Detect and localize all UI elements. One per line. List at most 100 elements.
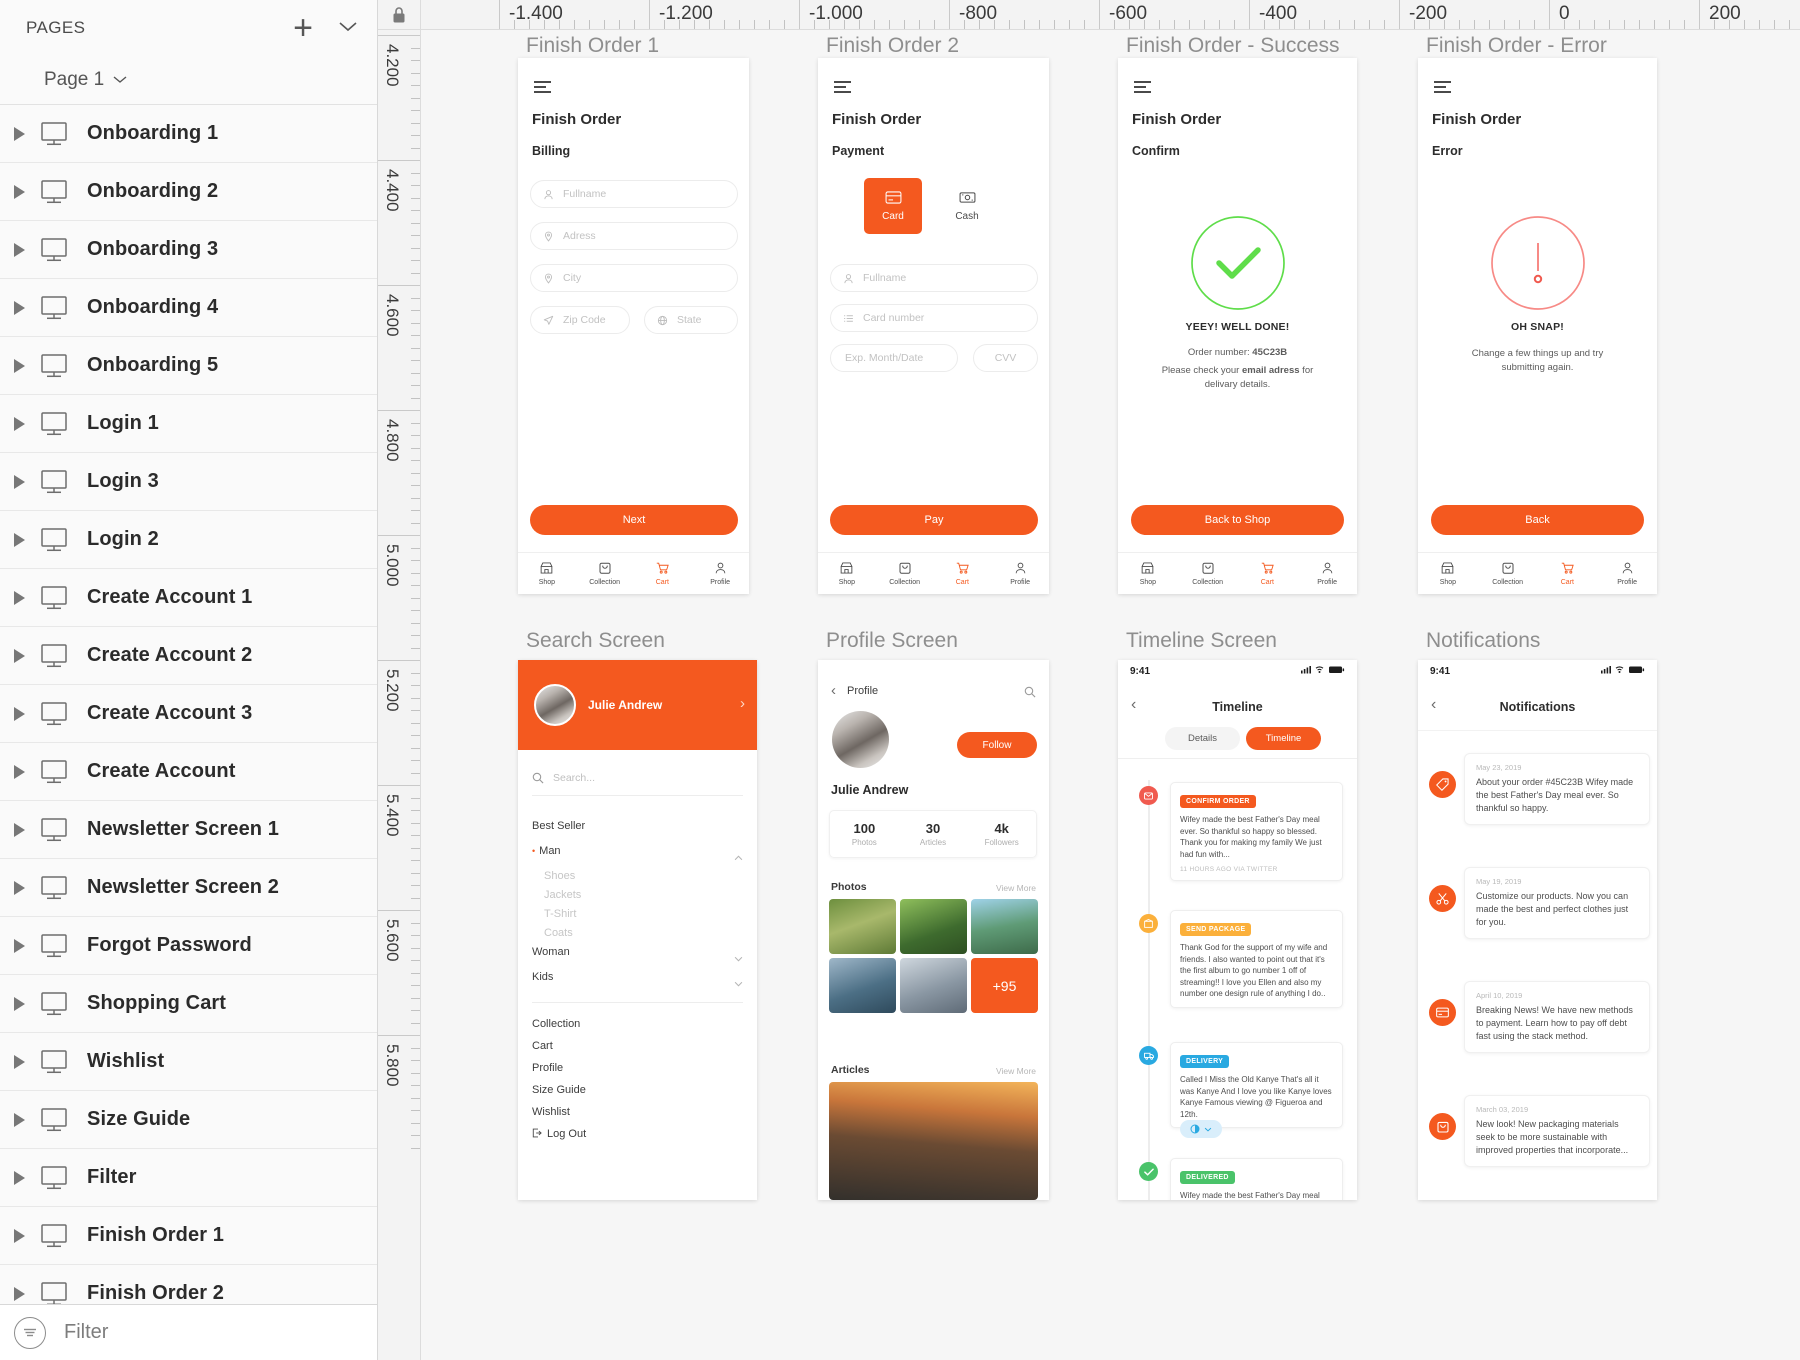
tab-collection[interactable]: Collection bbox=[576, 553, 634, 594]
disclosure-triangle-icon[interactable] bbox=[14, 1287, 25, 1301]
disclosure-triangle-icon[interactable] bbox=[14, 939, 25, 953]
sidebar-filter-bar[interactable]: Filter bbox=[0, 1304, 377, 1360]
address-input[interactable]: Adress bbox=[530, 222, 738, 250]
article-thumbnail[interactable] bbox=[829, 1082, 1038, 1200]
zip-input[interactable]: Zip Code bbox=[530, 306, 630, 334]
search-menu-item-t-shirt[interactable]: T-Shirt bbox=[544, 908, 576, 920]
photo-thumbnail[interactable] bbox=[900, 958, 967, 1013]
artboard-timeline-screen[interactable]: 9:41 ‹ Timeline Details Timeline CONFIRM… bbox=[1118, 660, 1357, 1200]
artboard-notifications-screen[interactable]: 9:41 ‹ Notifications May 23, 2019About y… bbox=[1418, 660, 1657, 1200]
artboard-title-timeline[interactable]: Timeline Screen bbox=[1126, 629, 1277, 653]
timeline-card[interactable]: SEND PACKAGEThank God for the support of… bbox=[1170, 910, 1343, 1008]
tab-collection[interactable]: Collection bbox=[1478, 553, 1538, 594]
follow-button[interactable]: Follow bbox=[957, 732, 1037, 758]
search-menu-item-man[interactable]: •Man bbox=[532, 845, 561, 857]
filter-input[interactable]: Filter bbox=[64, 1321, 108, 1344]
disclosure-triangle-icon[interactable] bbox=[14, 1229, 25, 1243]
disclosure-triangle-icon[interactable] bbox=[14, 649, 25, 663]
disclosure-triangle-icon[interactable] bbox=[14, 881, 25, 895]
chevron-down-icon[interactable] bbox=[337, 17, 359, 38]
notification-card[interactable]: April 10, 2019Breaking News! We have new… bbox=[1464, 981, 1650, 1053]
delivery-action-pill[interactable] bbox=[1180, 1120, 1222, 1138]
photos-view-more[interactable]: View More bbox=[996, 883, 1036, 893]
search-link-size-guide[interactable]: Size Guide bbox=[532, 1084, 586, 1096]
sidebar-item-onboarding-5[interactable]: Onboarding 5 bbox=[0, 337, 377, 395]
pay-button[interactable]: Pay bbox=[830, 505, 1038, 535]
artboard-search-screen[interactable]: Julie Andrew › Search... Best Seller•Man… bbox=[518, 660, 757, 1200]
fullname-input[interactable]: Fullname bbox=[530, 180, 738, 208]
next-button[interactable]: Next bbox=[530, 505, 738, 535]
artboard-title-search[interactable]: Search Screen bbox=[526, 629, 665, 653]
chevron-down-icon[interactable] bbox=[734, 974, 743, 992]
horizontal-ruler[interactable]: -1.400-1.200-1.000-800-600-400-2000200 bbox=[421, 0, 1800, 30]
state-input[interactable]: State bbox=[644, 306, 738, 334]
sidebar-item-login-3[interactable]: Login 3 bbox=[0, 453, 377, 511]
photo-thumbnail[interactable] bbox=[829, 899, 896, 954]
sidebar-item-create-account[interactable]: Create Account bbox=[0, 743, 377, 801]
sidebar-item-create-account-1[interactable]: Create Account 1 bbox=[0, 569, 377, 627]
search-link-collection[interactable]: Collection bbox=[532, 1018, 580, 1030]
search-link-profile[interactable]: Profile bbox=[532, 1062, 563, 1074]
menu-icon[interactable] bbox=[534, 81, 551, 96]
search-input[interactable]: Search... bbox=[532, 772, 595, 784]
disclosure-triangle-icon[interactable] bbox=[14, 823, 25, 837]
photo-thumbnail[interactable] bbox=[971, 899, 1038, 954]
menu-icon[interactable] bbox=[1134, 81, 1151, 96]
sidebar-item-forgot-password[interactable]: Forgot Password bbox=[0, 917, 377, 975]
search-link-log-out[interactable]: Log Out bbox=[532, 1128, 586, 1140]
disclosure-triangle-icon[interactable] bbox=[14, 301, 25, 315]
search-menu-item-woman[interactable]: Woman bbox=[532, 946, 570, 958]
page-chevron-down-icon[interactable] bbox=[112, 72, 128, 87]
sidebar-item-login-1[interactable]: Login 1 bbox=[0, 395, 377, 453]
artboard-finish-order-error[interactable]: Finish Order Error OH SNAP! Change a few… bbox=[1418, 58, 1657, 594]
vertical-ruler[interactable]: 4.2004.4004.6004.8005.0005.2005.4005.600… bbox=[378, 30, 421, 1360]
menu-icon[interactable] bbox=[834, 81, 851, 96]
back-button[interactable]: Back bbox=[1431, 505, 1644, 535]
artboard-finish-order-success[interactable]: Finish Order Confirm YEEY! WELL DONE! Or… bbox=[1118, 58, 1357, 594]
chevron-down-icon[interactable] bbox=[734, 949, 743, 967]
timeline-card[interactable]: DELIVERYCalled I Miss the Old Kanye That… bbox=[1170, 1042, 1343, 1128]
sidebar-item-onboarding-1[interactable]: Onboarding 1 bbox=[0, 105, 377, 163]
tab-cart[interactable]: Cart bbox=[1238, 553, 1298, 594]
sidebar-item-wishlist[interactable]: Wishlist bbox=[0, 1033, 377, 1091]
artboard-title-finish-order-1[interactable]: Finish Order 1 bbox=[526, 34, 659, 58]
search-icon[interactable] bbox=[1024, 685, 1036, 703]
sidebar-item-size-guide[interactable]: Size Guide bbox=[0, 1091, 377, 1149]
search-menu-item-best-seller[interactable]: Best Seller bbox=[532, 820, 585, 832]
payment-method-cash[interactable]: Cash bbox=[938, 178, 996, 234]
artboard-title-profile[interactable]: Profile Screen bbox=[826, 629, 958, 653]
fullname-input[interactable]: Fullname bbox=[830, 264, 1038, 292]
design-canvas[interactable]: Finish Order 1 Finish Order Billing Full… bbox=[421, 30, 1800, 1360]
city-input[interactable]: City bbox=[530, 264, 738, 292]
search-link-wishlist[interactable]: Wishlist bbox=[532, 1106, 570, 1118]
current-page-row[interactable]: Page 1 bbox=[0, 55, 377, 105]
photo-thumbnail[interactable] bbox=[829, 958, 896, 1013]
disclosure-triangle-icon[interactable] bbox=[14, 707, 25, 721]
tab-collection[interactable]: Collection bbox=[1178, 553, 1238, 594]
disclosure-triangle-icon[interactable] bbox=[14, 997, 25, 1011]
sidebar-item-shopping-cart[interactable]: Shopping Cart bbox=[0, 975, 377, 1033]
chevron-right-icon[interactable]: › bbox=[740, 695, 745, 712]
disclosure-triangle-icon[interactable] bbox=[14, 359, 25, 373]
notification-card[interactable]: March 03, 2019New look! New packaging ma… bbox=[1464, 1095, 1650, 1167]
card-number-input[interactable]: Card number bbox=[830, 304, 1038, 332]
tab-shop[interactable]: Shop bbox=[1418, 553, 1478, 594]
disclosure-triangle-icon[interactable] bbox=[14, 1113, 25, 1127]
disclosure-triangle-icon[interactable] bbox=[14, 533, 25, 547]
artboard-title-notifications[interactable]: Notifications bbox=[1426, 629, 1540, 653]
timeline-card[interactable]: DELIVEREDWifey made the best Father's Da… bbox=[1170, 1158, 1343, 1200]
tab-cart[interactable]: Cart bbox=[934, 553, 992, 594]
search-menu-item-kids[interactable]: Kids bbox=[532, 971, 553, 983]
tab-profile[interactable]: Profile bbox=[691, 553, 749, 594]
tab-cart[interactable]: Cart bbox=[1538, 553, 1598, 594]
disclosure-triangle-icon[interactable] bbox=[14, 765, 25, 779]
artboard-title-error[interactable]: Finish Order - Error bbox=[1426, 34, 1607, 58]
ruler-lock-icon[interactable] bbox=[378, 0, 421, 30]
sidebar-item-create-account-3[interactable]: Create Account 3 bbox=[0, 685, 377, 743]
artboard-title-success[interactable]: Finish Order - Success bbox=[1126, 34, 1340, 58]
photos-overflow-count[interactable]: +95 bbox=[971, 958, 1038, 1013]
sidebar-item-newsletter-screen-1[interactable]: Newsletter Screen 1 bbox=[0, 801, 377, 859]
timeline-card[interactable]: CONFIRM ORDERWifey made the best Father'… bbox=[1170, 782, 1343, 881]
disclosure-triangle-icon[interactable] bbox=[14, 127, 25, 141]
sidebar-item-onboarding-2[interactable]: Onboarding 2 bbox=[0, 163, 377, 221]
